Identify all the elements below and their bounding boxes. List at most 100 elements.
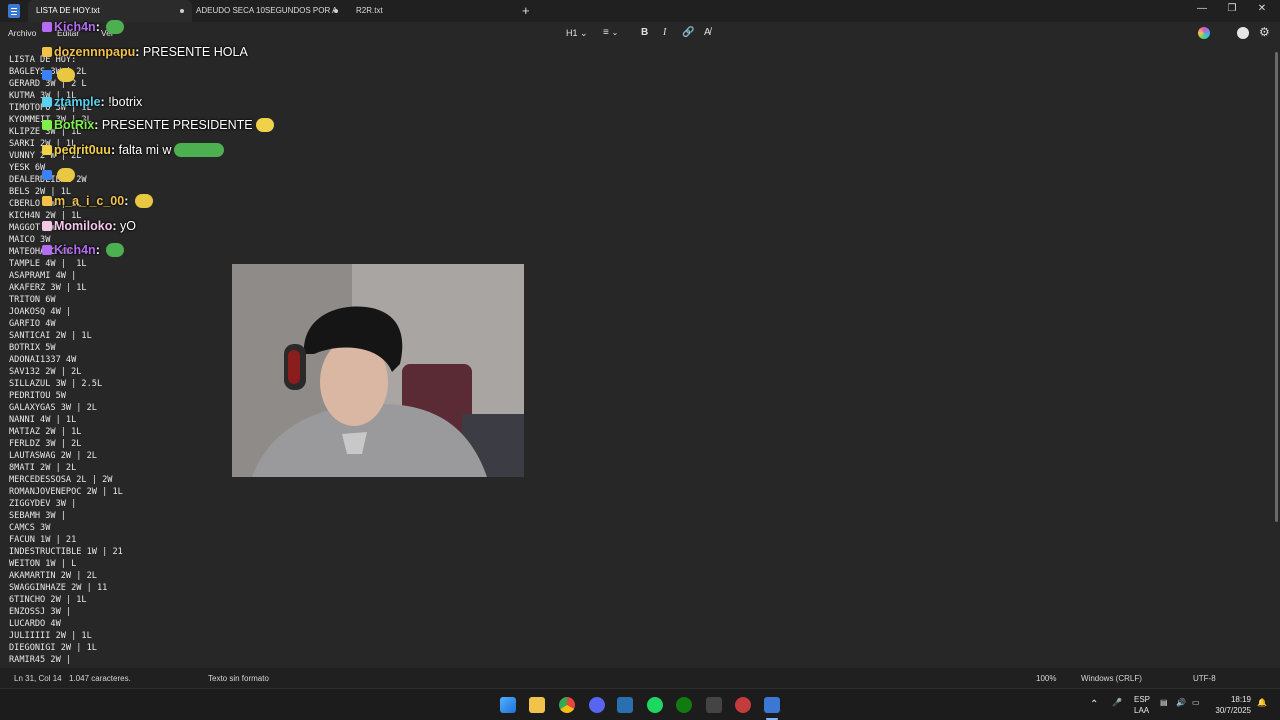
chat-message: dozennnpapu: PRESENTE HOLA: [42, 45, 248, 59]
gear-icon[interactable]: ⚙: [1259, 25, 1270, 39]
chat-text: PRESENTE HOLA: [142, 45, 248, 59]
chat-username: Momiloko: [54, 219, 113, 233]
tab-r2r[interactable]: R2R.txt: [348, 0, 498, 22]
volume-icon[interactable]: 🔊: [1176, 698, 1186, 707]
format-mode[interactable]: Texto sin formato: [208, 674, 269, 683]
document-line[interactable]: AKAFERZ 3W | 1L: [9, 282, 123, 294]
document-line[interactable]: TRITON 6W: [9, 294, 123, 306]
chat-badge-icon: [42, 70, 52, 80]
xbox-icon[interactable]: [676, 697, 692, 713]
maximize-button[interactable]: ❐: [1222, 3, 1242, 14]
chevron-up-icon[interactable]: ⌃: [1090, 699, 1098, 710]
chat-badge-icon: [42, 196, 52, 206]
tab-lista-de-hoy[interactable]: LISTA DE HOY.txt: [28, 0, 192, 22]
document-line[interactable]: MATIAZ 2W | 1L: [9, 426, 123, 438]
chat-badge-icon: [42, 145, 52, 155]
document-line[interactable]: SWAGGINHAZE 2W | 11: [9, 582, 123, 594]
clock-time[interactable]: 18:19: [1215, 695, 1251, 704]
app-icon[interactable]: [617, 697, 633, 713]
clock-date[interactable]: 30/7/2025: [1211, 706, 1251, 715]
app-icon[interactable]: [706, 697, 722, 713]
document-line[interactable]: MERCEDESSOSA 2L | 2W: [9, 474, 123, 486]
document-line[interactable]: PEDRITOU 5W: [9, 390, 123, 402]
cursor-position: Ln 31, Col 14: [14, 674, 62, 683]
document-line[interactable]: ROMANJOVENEPOC 2W | 1L: [9, 486, 123, 498]
unsaved-dot-icon: [180, 9, 184, 13]
start-icon[interactable]: [500, 697, 516, 713]
chat-message: [42, 68, 75, 82]
close-button[interactable]: ✕: [1252, 3, 1272, 14]
document-line[interactable]: AKAMARTIN 2W | 2L: [9, 570, 123, 582]
document-line[interactable]: SANTICAI 2W | 1L: [9, 330, 123, 342]
menu-archivo[interactable]: Archivo: [8, 28, 36, 38]
document-line[interactable]: DIEGONIGI 2W | 1L: [9, 642, 123, 654]
file-explorer-icon[interactable]: [529, 697, 545, 713]
unsaved-dot-icon: [334, 9, 338, 13]
notepad-icon[interactable]: [8, 4, 20, 18]
battery-icon[interactable]: ▭: [1192, 698, 1200, 707]
text-editor[interactable]: LISTA DE HOY:BAGLEYS 3W | 2LGERARD 3W | …: [0, 44, 1280, 668]
document-line[interactable]: RAMIR45 2W |: [9, 654, 123, 666]
chat-separator: :: [95, 20, 104, 34]
document-line[interactable]: LUCARDO 4W: [9, 618, 123, 630]
document-line[interactable]: ADONAI1337 4W: [9, 354, 123, 366]
document-line[interactable]: WEITON 1W | L: [9, 558, 123, 570]
clear-format-icon[interactable]: A̸: [704, 26, 711, 40]
microphone-icon[interactable]: 🎤: [1112, 698, 1122, 707]
document-line[interactable]: CAMCS 3W: [9, 522, 123, 534]
document-line[interactable]: JOAKOSQ 4W |: [9, 306, 123, 318]
account-icon[interactable]: [1237, 27, 1249, 39]
new-tab-button[interactable]: +: [522, 3, 530, 18]
link-icon[interactable]: 🔗: [682, 26, 694, 40]
chat-badge-icon: [42, 120, 52, 130]
italic-button[interactable]: I: [663, 26, 666, 40]
language-bottom[interactable]: LAA: [1134, 706, 1149, 715]
chat-text: !botrix: [108, 95, 143, 109]
document-line[interactable]: 6TINCHO 2W | 1L: [9, 594, 123, 606]
document-line[interactable]: NANNI 4W | 1L: [9, 414, 123, 426]
notepad-taskbar-icon[interactable]: [764, 697, 780, 713]
line-ending: Windows (CRLF): [1081, 674, 1142, 683]
network-icon[interactable]: ▤: [1160, 698, 1168, 707]
chrome-icon[interactable]: [559, 697, 575, 713]
document-line[interactable]: GARFIO 4W: [9, 318, 123, 330]
document-line[interactable]: TAMPLE 4W | 1L: [9, 258, 123, 270]
app-icon[interactable]: [735, 697, 751, 713]
document-line[interactable]: GALAXYGAS 3W | 2L: [9, 402, 123, 414]
corn-emote-icon: [134, 194, 153, 208]
chat-separator: :: [110, 143, 119, 157]
document-line[interactable]: ZIGGYDEV 3W |: [9, 498, 123, 510]
chat-username: pedrit0uu: [54, 143, 111, 157]
list-dropdown[interactable]: ≡ ⌄: [603, 26, 618, 40]
language-top[interactable]: ESP: [1134, 695, 1150, 704]
document-line[interactable]: FERLDZ 3W | 2L: [9, 438, 123, 450]
spotify-icon[interactable]: [647, 697, 663, 713]
document-line[interactable]: 8MATI 2W | 2L: [9, 462, 123, 474]
bold-button[interactable]: B: [641, 26, 648, 40]
minimize-button[interactable]: —: [1192, 3, 1212, 14]
chat-badge-icon: [42, 97, 52, 107]
copilot-icon[interactable]: [1198, 27, 1210, 39]
tab-adeudo[interactable]: ADEUDO SECA 10SEGUNDOS POR A: [188, 0, 346, 22]
tab-label: R2R.txt: [356, 6, 383, 15]
char-count: 1.047 caracteres.: [69, 674, 131, 683]
document-line[interactable]: ASAPRAMI 4W |: [9, 270, 123, 282]
chat-badge-icon: [42, 22, 52, 32]
document-line[interactable]: ENZOSSJ 3W |: [9, 606, 123, 618]
vertical-scrollbar[interactable]: [1275, 52, 1278, 522]
notification-icon[interactable]: 🔔: [1257, 698, 1267, 707]
chat-username: Kich4n: [54, 243, 96, 257]
document-line[interactable]: SILLAZUL 3W | 2.5L: [9, 378, 123, 390]
discord-icon[interactable]: [589, 697, 605, 713]
document-line[interactable]: BOTRIX 5W: [9, 342, 123, 354]
document-line[interactable]: INDESTRUCTIBLE 1W | 21: [9, 546, 123, 558]
chat-message: BotRix: PRESENTE PRESIDENTE: [42, 118, 274, 132]
document-line[interactable]: SEBAMH 3W |: [9, 510, 123, 522]
chat-text: falta mi w: [118, 143, 172, 157]
heading-dropdown[interactable]: H1 ⌄: [566, 26, 588, 40]
document-line[interactable]: JULIIIII 2W | 1L: [9, 630, 123, 642]
document-line[interactable]: SAV132 2W | 2L: [9, 366, 123, 378]
document-line[interactable]: FACUN 1W | 21: [9, 534, 123, 546]
document-line[interactable]: LAUTASWAG 2W | 2L: [9, 450, 123, 462]
chat-message: Kich4n:: [42, 20, 125, 34]
